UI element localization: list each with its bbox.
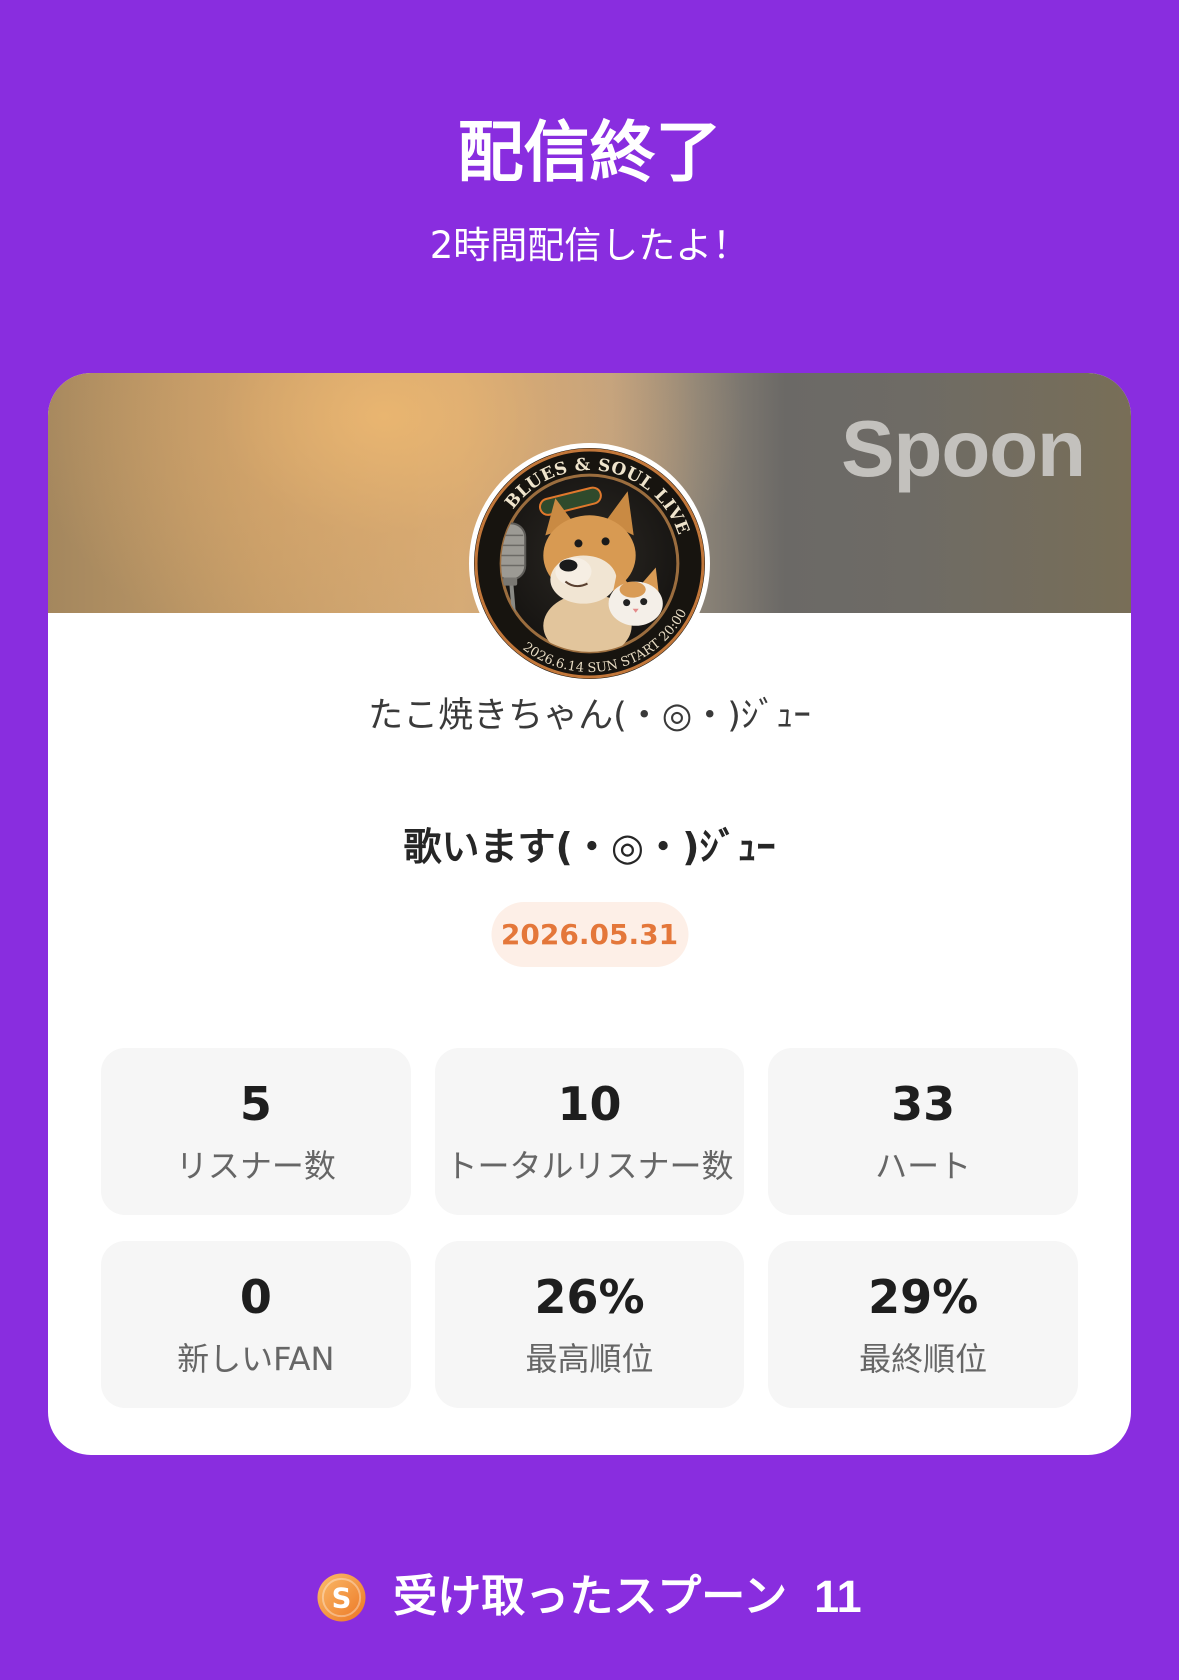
stat-new-fans: 0 新しいFAN xyxy=(101,1241,411,1408)
stat-label: 最終順位 xyxy=(859,1340,988,1378)
page-title: 配信終了 xyxy=(457,114,722,191)
avatar[interactable]: BLUES & SOUL LIVE 2026.6.14 SUN START 20… xyxy=(469,443,710,684)
stat-value: 10 xyxy=(557,1077,622,1131)
stat-value: 33 xyxy=(891,1077,956,1131)
date-badge: 2026.05.31 xyxy=(491,902,688,967)
stat-hearts: 33 ハート xyxy=(768,1048,1078,1215)
stat-label: 最高順位 xyxy=(525,1340,654,1378)
stat-label: ハート xyxy=(875,1147,972,1185)
host-name: たこ焼きちゃん(・◎・)ｼﾞｭｰ xyxy=(368,696,811,736)
stat-highest-rank: 26% 最高順位 xyxy=(434,1241,745,1408)
stat-value: 26% xyxy=(534,1270,645,1324)
stat-total-listeners: 10 トータルリスナー数 xyxy=(434,1048,745,1215)
stat-final-rank: 29% 最終順位 xyxy=(768,1241,1078,1408)
stat-label: 新しいFAN xyxy=(177,1340,335,1378)
stream-title: 歌います(・◎・)ｼﾞｭｰ xyxy=(403,825,776,869)
page-subtitle: 2時間配信したよ！ xyxy=(429,224,750,267)
stat-value: 29% xyxy=(868,1270,979,1324)
received-spoons: S 受け取ったスプーン 11 xyxy=(0,1567,1179,1627)
spoon-coin-icon: S xyxy=(317,1572,366,1622)
received-spoons-count: 11 xyxy=(814,1571,862,1622)
avatar-image: BLUES & SOUL LIVE 2026.6.14 SUN START 20… xyxy=(469,443,710,684)
stat-listeners: 5 リスナー数 xyxy=(101,1048,411,1215)
stats-grid: 5 リスナー数 10 トータルリスナー数 33 ハート 0 新しいFAN 26%… xyxy=(101,1048,1078,1408)
dog-illustration xyxy=(543,491,636,652)
stat-value: 5 xyxy=(239,1077,272,1131)
received-spoons-label: 受け取ったスプーン xyxy=(393,1571,788,1622)
summary-card: Spoon BLUES & SOUL LIVE 2026.6.14 SUN ST… xyxy=(48,373,1131,1455)
stat-value: 0 xyxy=(239,1270,272,1324)
spoon-logo: Spoon xyxy=(841,404,1086,493)
stat-label: リスナー数 xyxy=(175,1147,336,1185)
svg-text:S: S xyxy=(332,1583,352,1614)
stat-label: トータルリスナー数 xyxy=(445,1147,734,1185)
